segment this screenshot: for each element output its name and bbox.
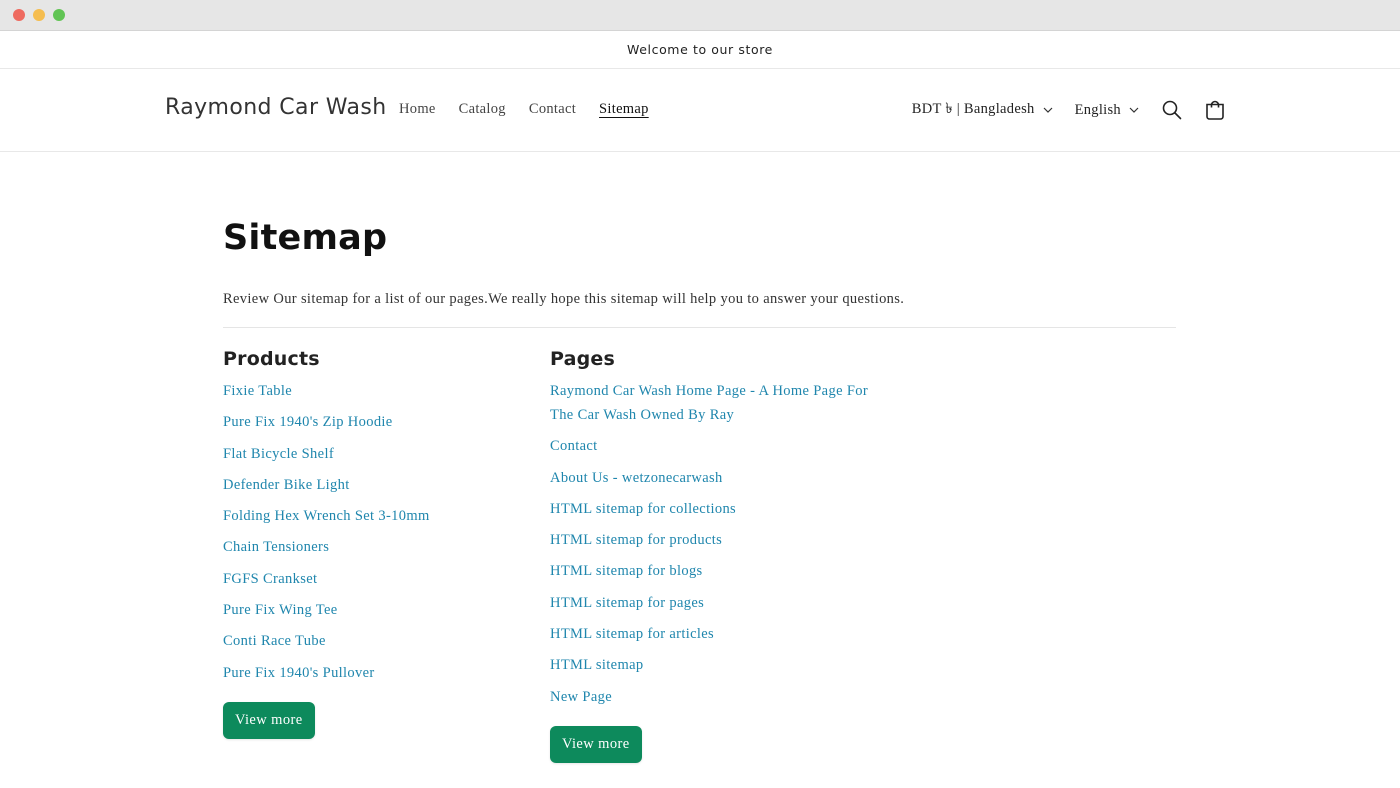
list-item: New Page [550,685,870,709]
page-link[interactable]: HTML sitemap for blogs [550,563,703,579]
chevron-down-icon [1043,107,1053,113]
country-selector-label: BDT ৳ | Bangladesh [911,101,1035,117]
pages-list: Raymond Car Wash Home Page - A Home Page… [550,379,870,709]
list-item: Pure Fix Wing Tee [223,598,523,622]
product-link[interactable]: Pure Fix 1940's Zip Hoodie [223,414,393,430]
page-link[interactable]: About Us - wetzonecarwash [550,470,723,486]
page-link[interactable]: Raymond Car Wash Home Page - A Home Page… [550,383,868,423]
nav-catalog[interactable]: Catalog [459,101,506,118]
country-selector[interactable]: BDT ৳ | Bangladesh [912,98,1053,122]
list-item: Chain Tensioners [223,535,523,559]
announcement-text: Welcome to our store [627,42,773,57]
list-item: Contact [550,434,870,458]
language-selector-label: English [1074,101,1121,118]
list-item: Defender Bike Light [223,473,523,497]
list-item: FGFS Crankset [223,567,523,591]
product-link[interactable]: Flat Bicycle Shelf [223,446,334,462]
nav-home[interactable]: Home [399,101,436,118]
brand-logo-link[interactable]: Raymond Car Wash [165,95,387,120]
product-link[interactable]: Fixie Table [223,383,292,399]
product-link[interactable]: FGFS Crankset [223,571,317,587]
list-item: Folding Hex Wrench Set 3-10mm [223,504,523,528]
minimize-window-button[interactable] [33,9,45,21]
pages-column: Pages Raymond Car Wash Home Page - A Hom… [550,348,870,763]
maximize-window-button[interactable] [53,9,65,21]
divider [223,327,1176,328]
cart-icon[interactable] [1202,97,1228,123]
page-link[interactable]: HTML sitemap for collections [550,501,736,517]
intro-text: Review Our sitemap for a list of our pag… [223,291,905,307]
close-window-button[interactable] [13,9,25,21]
list-item: About Us - wetzonecarwash [550,466,870,490]
sitemap-main: Sitemap Review Our sitemap for a list of… [223,218,1176,763]
page-link[interactable]: HTML sitemap [550,657,643,673]
page-link[interactable]: HTML sitemap for articles [550,626,714,642]
site-header: Raymond Car Wash Home Catalog Contact Si… [0,69,1400,152]
nav-contact[interactable]: Contact [529,101,576,118]
header-actions: BDT ৳ | Bangladesh English [912,95,1228,125]
list-item: HTML sitemap [550,653,870,677]
list-item: Pure Fix 1940's Pullover [223,661,523,685]
list-item: HTML sitemap for collections [550,497,870,521]
nav-sitemap[interactable]: Sitemap [599,101,649,118]
products-heading: Products [223,348,320,370]
pages-view-more-button[interactable]: View more [550,725,642,763]
list-item: Conti Race Tube [223,629,523,653]
page-title: Sitemap [223,218,388,258]
list-item: HTML sitemap for blogs [550,559,870,583]
product-link[interactable]: Pure Fix Wing Tee [223,602,338,618]
search-icon[interactable] [1159,97,1185,123]
product-link[interactable]: Defender Bike Light [223,477,350,493]
product-link[interactable]: Conti Race Tube [223,633,326,649]
products-column: Products Fixie Table Pure Fix 1940's Zip… [223,348,523,739]
products-view-more-button[interactable]: View more [223,701,315,739]
product-link[interactable]: Chain Tensioners [223,539,329,555]
list-item: Raymond Car Wash Home Page - A Home Page… [550,379,870,427]
product-link[interactable]: Folding Hex Wrench Set 3-10mm [223,508,430,524]
language-selector[interactable]: English [1075,102,1139,119]
announcement-bar: Welcome to our store [0,31,1400,69]
page-link[interactable]: HTML sitemap for pages [550,595,704,611]
main-nav: Home Catalog Contact Sitemap [399,101,649,118]
list-item: Flat Bicycle Shelf [223,442,523,466]
page-link[interactable]: New Page [550,689,612,705]
product-link[interactable]: Pure Fix 1940's Pullover [223,665,375,681]
list-item: HTML sitemap for articles [550,622,870,646]
list-item: Pure Fix 1940's Zip Hoodie [223,410,523,434]
chevron-down-icon [1129,107,1139,113]
list-item: HTML sitemap for pages [550,591,870,615]
page-link[interactable]: HTML sitemap for products [550,532,722,548]
pages-heading: Pages [550,348,616,370]
list-item: Fixie Table [223,379,523,403]
window-titlebar [0,0,1400,31]
page-link[interactable]: Contact [550,438,598,454]
products-list: Fixie Table Pure Fix 1940's Zip Hoodie F… [223,379,523,685]
list-item: HTML sitemap for products [550,528,870,552]
